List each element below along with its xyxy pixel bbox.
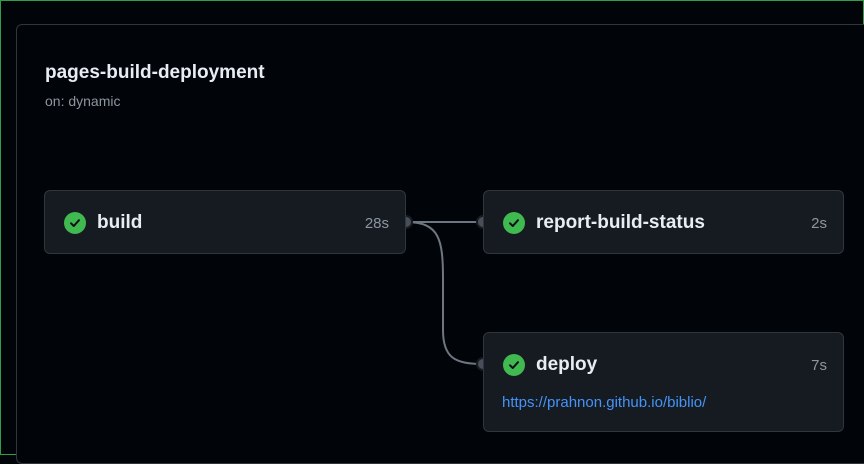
- job-name: report-build-status: [536, 212, 705, 233]
- job-header: build 28s: [64, 211, 389, 235]
- job-header: report-build-status 2s: [503, 211, 827, 235]
- check-circle-icon: [503, 212, 525, 234]
- deployment-url-link[interactable]: https://prahnon.github.io/biblio/: [502, 394, 706, 411]
- job-name: deploy: [536, 354, 598, 375]
- workflow-title: pages-build-deployment: [45, 62, 265, 83]
- job-name: build: [97, 212, 143, 233]
- job-duration: 7s: [811, 356, 827, 374]
- job-card-deploy[interactable]: deploy 7s https://prahnon.github.io/bibl…: [483, 332, 844, 432]
- job-card-report-build-status[interactable]: report-build-status 2s: [483, 190, 844, 254]
- check-circle-icon: [64, 212, 86, 234]
- job-duration: 2s: [811, 214, 827, 232]
- job-card-build[interactable]: build 28s: [44, 190, 406, 254]
- job-header: deploy 7s: [503, 353, 827, 377]
- check-circle-icon: [503, 354, 525, 376]
- workflow-trigger: on: dynamic: [45, 93, 121, 109]
- job-duration: 28s: [364, 214, 389, 232]
